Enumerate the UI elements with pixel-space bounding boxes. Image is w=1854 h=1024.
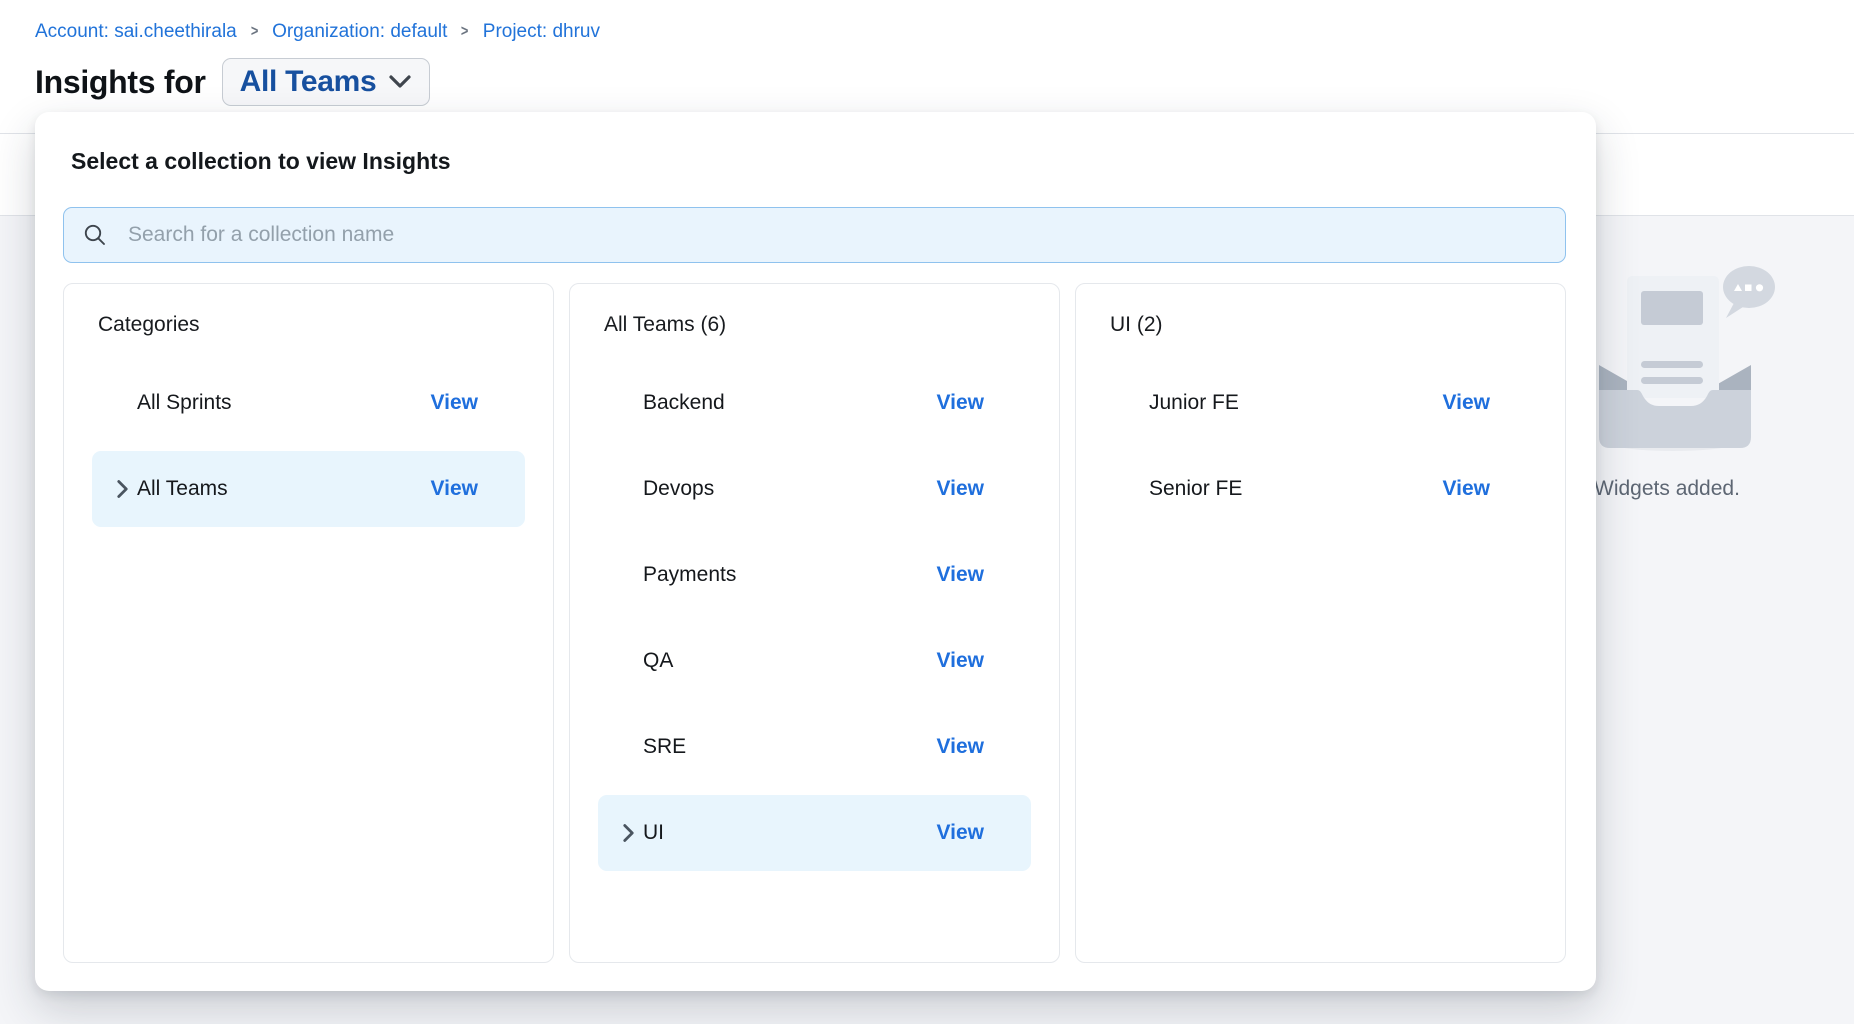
collection-label: UI xyxy=(643,821,664,845)
collection-column-ui-2: UI (2) Junior FE View Senior FE View xyxy=(1075,283,1566,963)
chevron-right-icon xyxy=(116,479,129,499)
collection-label: All Teams xyxy=(137,477,228,501)
collection-label: SRE xyxy=(643,735,686,759)
collection-dropdown-label: All Teams xyxy=(240,65,377,99)
collection-row-senior-fe[interactable]: Senior FE View xyxy=(1104,446,1537,532)
collection-dropdown-button[interactable]: All Teams xyxy=(222,58,431,106)
collection-label: Junior FE xyxy=(1149,391,1239,415)
breadcrumb-separator-icon: > xyxy=(251,23,258,41)
column-header: Categories xyxy=(64,312,553,338)
collection-row-devops[interactable]: Devops View xyxy=(598,446,1031,532)
breadcrumb: Account: sai.cheethirala > Organization:… xyxy=(35,21,600,43)
view-link[interactable]: View xyxy=(937,477,984,501)
collection-row-sre[interactable]: SRE View xyxy=(598,704,1031,790)
collection-label: Senior FE xyxy=(1149,477,1242,501)
view-link[interactable]: View xyxy=(937,391,984,415)
chevron-down-icon xyxy=(388,74,412,90)
view-link[interactable]: View xyxy=(1443,477,1490,501)
view-link[interactable]: View xyxy=(937,735,984,759)
collection-row-ui[interactable]: UI View xyxy=(598,790,1031,876)
view-link[interactable]: View xyxy=(937,649,984,673)
collection-column-all-teams-6: All Teams (6)BackendViewDevopsViewPaymen… xyxy=(569,283,1060,963)
collection-label: Devops xyxy=(643,477,714,501)
modal-title: Select a collection to view Insights xyxy=(71,148,451,175)
collection-picker-modal: Select a collection to view Insights Cat… xyxy=(35,112,1596,991)
collection-search xyxy=(63,207,1566,263)
collection-label: Payments xyxy=(643,563,736,587)
collection-row-junior-fe[interactable]: Junior FE View xyxy=(1104,360,1537,446)
breadcrumb-organization[interactable]: Organization: default xyxy=(272,21,447,43)
collection-row-backend[interactable]: Backend View xyxy=(598,360,1031,446)
collection-label: All Sprints xyxy=(137,391,232,415)
page-header: Insights for All Teams xyxy=(35,58,430,106)
breadcrumb-separator-icon: > xyxy=(461,23,468,41)
chevron-right-icon xyxy=(622,823,635,843)
collection-row-all-sprints[interactable]: All Sprints View xyxy=(92,360,525,446)
collection-columns: CategoriesAll SprintsViewAll TeamsViewAl… xyxy=(63,283,1566,963)
breadcrumb-project[interactable]: Project: dhruv xyxy=(483,21,600,43)
collection-label: Backend xyxy=(643,391,725,415)
view-link[interactable]: View xyxy=(937,821,984,845)
column-header: All Teams (6) xyxy=(570,312,1059,338)
view-link[interactable]: View xyxy=(431,477,478,501)
empty-state-text: Widgets added. xyxy=(1594,477,1740,501)
view-link[interactable]: View xyxy=(431,391,478,415)
collection-label: QA xyxy=(643,649,673,673)
view-link[interactable]: View xyxy=(1443,391,1490,415)
breadcrumb-account[interactable]: Account: sai.cheethirala xyxy=(35,21,237,43)
view-link[interactable]: View xyxy=(937,563,984,587)
page-title: Insights for xyxy=(35,64,206,101)
column-header: UI (2) xyxy=(1076,312,1565,338)
collection-row-all-teams[interactable]: All Teams View xyxy=(92,446,525,532)
collection-row-qa[interactable]: QA View xyxy=(598,618,1031,704)
inbox-widgets-icon xyxy=(1585,253,1785,468)
collection-column-categories: Categories All Sprints View All Teams View xyxy=(63,283,554,963)
collection-search-input[interactable] xyxy=(63,207,1566,263)
collection-row-payments[interactable]: Payments View xyxy=(598,532,1031,618)
